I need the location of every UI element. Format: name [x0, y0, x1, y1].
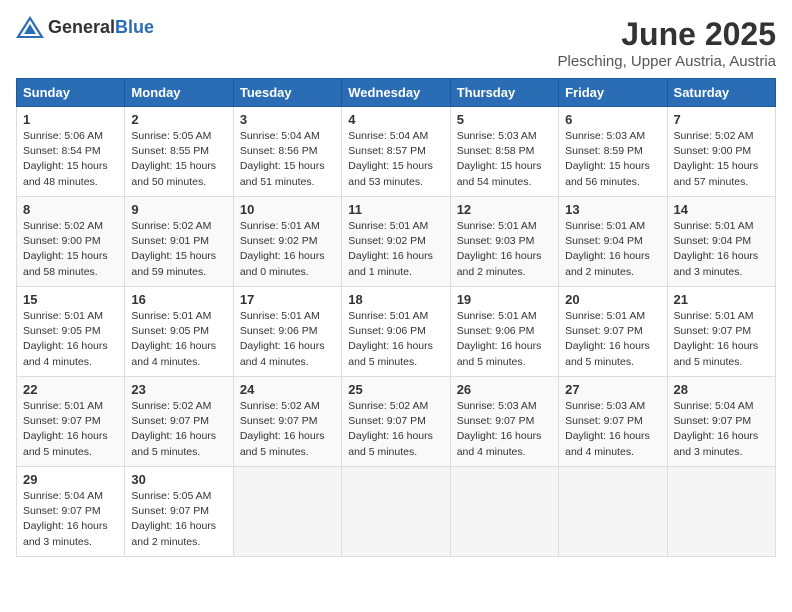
month-title: June 2025	[558, 16, 776, 53]
day-25: 25 Sunrise: 5:02 AMSunset: 9:07 PMDaylig…	[342, 377, 450, 467]
empty-cell-1	[233, 467, 341, 557]
day-26: 26 Sunrise: 5:03 AMSunset: 9:07 PMDaylig…	[450, 377, 558, 467]
logo-icon	[16, 16, 44, 38]
empty-cell-5	[667, 467, 775, 557]
day-23: 23 Sunrise: 5:02 AMSunset: 9:07 PMDaylig…	[125, 377, 233, 467]
calendar-table: Sunday Monday Tuesday Wednesday Thursday…	[16, 78, 776, 557]
day-4: 4 Sunrise: 5:04 AMSunset: 8:57 PMDayligh…	[342, 107, 450, 197]
day-12: 12 Sunrise: 5:01 AMSunset: 9:03 PMDaylig…	[450, 197, 558, 287]
day-16: 16 Sunrise: 5:01 AMSunset: 9:05 PMDaylig…	[125, 287, 233, 377]
day-22: 22 Sunrise: 5:01 AMSunset: 9:07 PMDaylig…	[17, 377, 125, 467]
week-row-1: 1 Sunrise: 5:06 AMSunset: 8:54 PMDayligh…	[17, 107, 776, 197]
header-sunday: Sunday	[17, 79, 125, 107]
header-saturday: Saturday	[667, 79, 775, 107]
empty-cell-2	[342, 467, 450, 557]
location-title: Plesching, Upper Austria, Austria	[558, 53, 776, 70]
day-21: 21 Sunrise: 5:01 AMSunset: 9:07 PMDaylig…	[667, 287, 775, 377]
header-monday: Monday	[125, 79, 233, 107]
week-row-5: 29 Sunrise: 5:04 AMSunset: 9:07 PMDaylig…	[17, 467, 776, 557]
header-wednesday: Wednesday	[342, 79, 450, 107]
logo-blue: Blue	[115, 17, 154, 37]
day-3: 3 Sunrise: 5:04 AMSunset: 8:56 PMDayligh…	[233, 107, 341, 197]
header-thursday: Thursday	[450, 79, 558, 107]
weekday-header-row: Sunday Monday Tuesday Wednesday Thursday…	[17, 79, 776, 107]
empty-cell-4	[559, 467, 667, 557]
day-27: 27 Sunrise: 5:03 AMSunset: 9:07 PMDaylig…	[559, 377, 667, 467]
day-19: 19 Sunrise: 5:01 AMSunset: 9:06 PMDaylig…	[450, 287, 558, 377]
day-18: 18 Sunrise: 5:01 AMSunset: 9:06 PMDaylig…	[342, 287, 450, 377]
week-row-4: 22 Sunrise: 5:01 AMSunset: 9:07 PMDaylig…	[17, 377, 776, 467]
day-14: 14 Sunrise: 5:01 AMSunset: 9:04 PMDaylig…	[667, 197, 775, 287]
day-17: 17 Sunrise: 5:01 AMSunset: 9:06 PMDaylig…	[233, 287, 341, 377]
day-10: 10 Sunrise: 5:01 AMSunset: 9:02 PMDaylig…	[233, 197, 341, 287]
header-friday: Friday	[559, 79, 667, 107]
logo-general: General	[48, 17, 115, 37]
day-5: 5 Sunrise: 5:03 AMSunset: 8:58 PMDayligh…	[450, 107, 558, 197]
day-15: 15 Sunrise: 5:01 AMSunset: 9:05 PMDaylig…	[17, 287, 125, 377]
empty-cell-3	[450, 467, 558, 557]
title-area: June 2025 Plesching, Upper Austria, Aust…	[558, 16, 776, 70]
day-8: 8 Sunrise: 5:02 AMSunset: 9:00 PMDayligh…	[17, 197, 125, 287]
header-tuesday: Tuesday	[233, 79, 341, 107]
page-header: GeneralBlue June 2025 Plesching, Upper A…	[16, 16, 776, 70]
day-1: 1 Sunrise: 5:06 AMSunset: 8:54 PMDayligh…	[17, 107, 125, 197]
day-13: 13 Sunrise: 5:01 AMSunset: 9:04 PMDaylig…	[559, 197, 667, 287]
week-row-3: 15 Sunrise: 5:01 AMSunset: 9:05 PMDaylig…	[17, 287, 776, 377]
day-11: 11 Sunrise: 5:01 AMSunset: 9:02 PMDaylig…	[342, 197, 450, 287]
day-9: 9 Sunrise: 5:02 AMSunset: 9:01 PMDayligh…	[125, 197, 233, 287]
week-row-2: 8 Sunrise: 5:02 AMSunset: 9:00 PMDayligh…	[17, 197, 776, 287]
day-24: 24 Sunrise: 5:02 AMSunset: 9:07 PMDaylig…	[233, 377, 341, 467]
day-7: 7 Sunrise: 5:02 AMSunset: 9:00 PMDayligh…	[667, 107, 775, 197]
day-29: 29 Sunrise: 5:04 AMSunset: 9:07 PMDaylig…	[17, 467, 125, 557]
day-30: 30 Sunrise: 5:05 AMSunset: 9:07 PMDaylig…	[125, 467, 233, 557]
day-28: 28 Sunrise: 5:04 AMSunset: 9:07 PMDaylig…	[667, 377, 775, 467]
day-2: 2 Sunrise: 5:05 AMSunset: 8:55 PMDayligh…	[125, 107, 233, 197]
day-20: 20 Sunrise: 5:01 AMSunset: 9:07 PMDaylig…	[559, 287, 667, 377]
logo: GeneralBlue	[16, 16, 154, 38]
day-6: 6 Sunrise: 5:03 AMSunset: 8:59 PMDayligh…	[559, 107, 667, 197]
